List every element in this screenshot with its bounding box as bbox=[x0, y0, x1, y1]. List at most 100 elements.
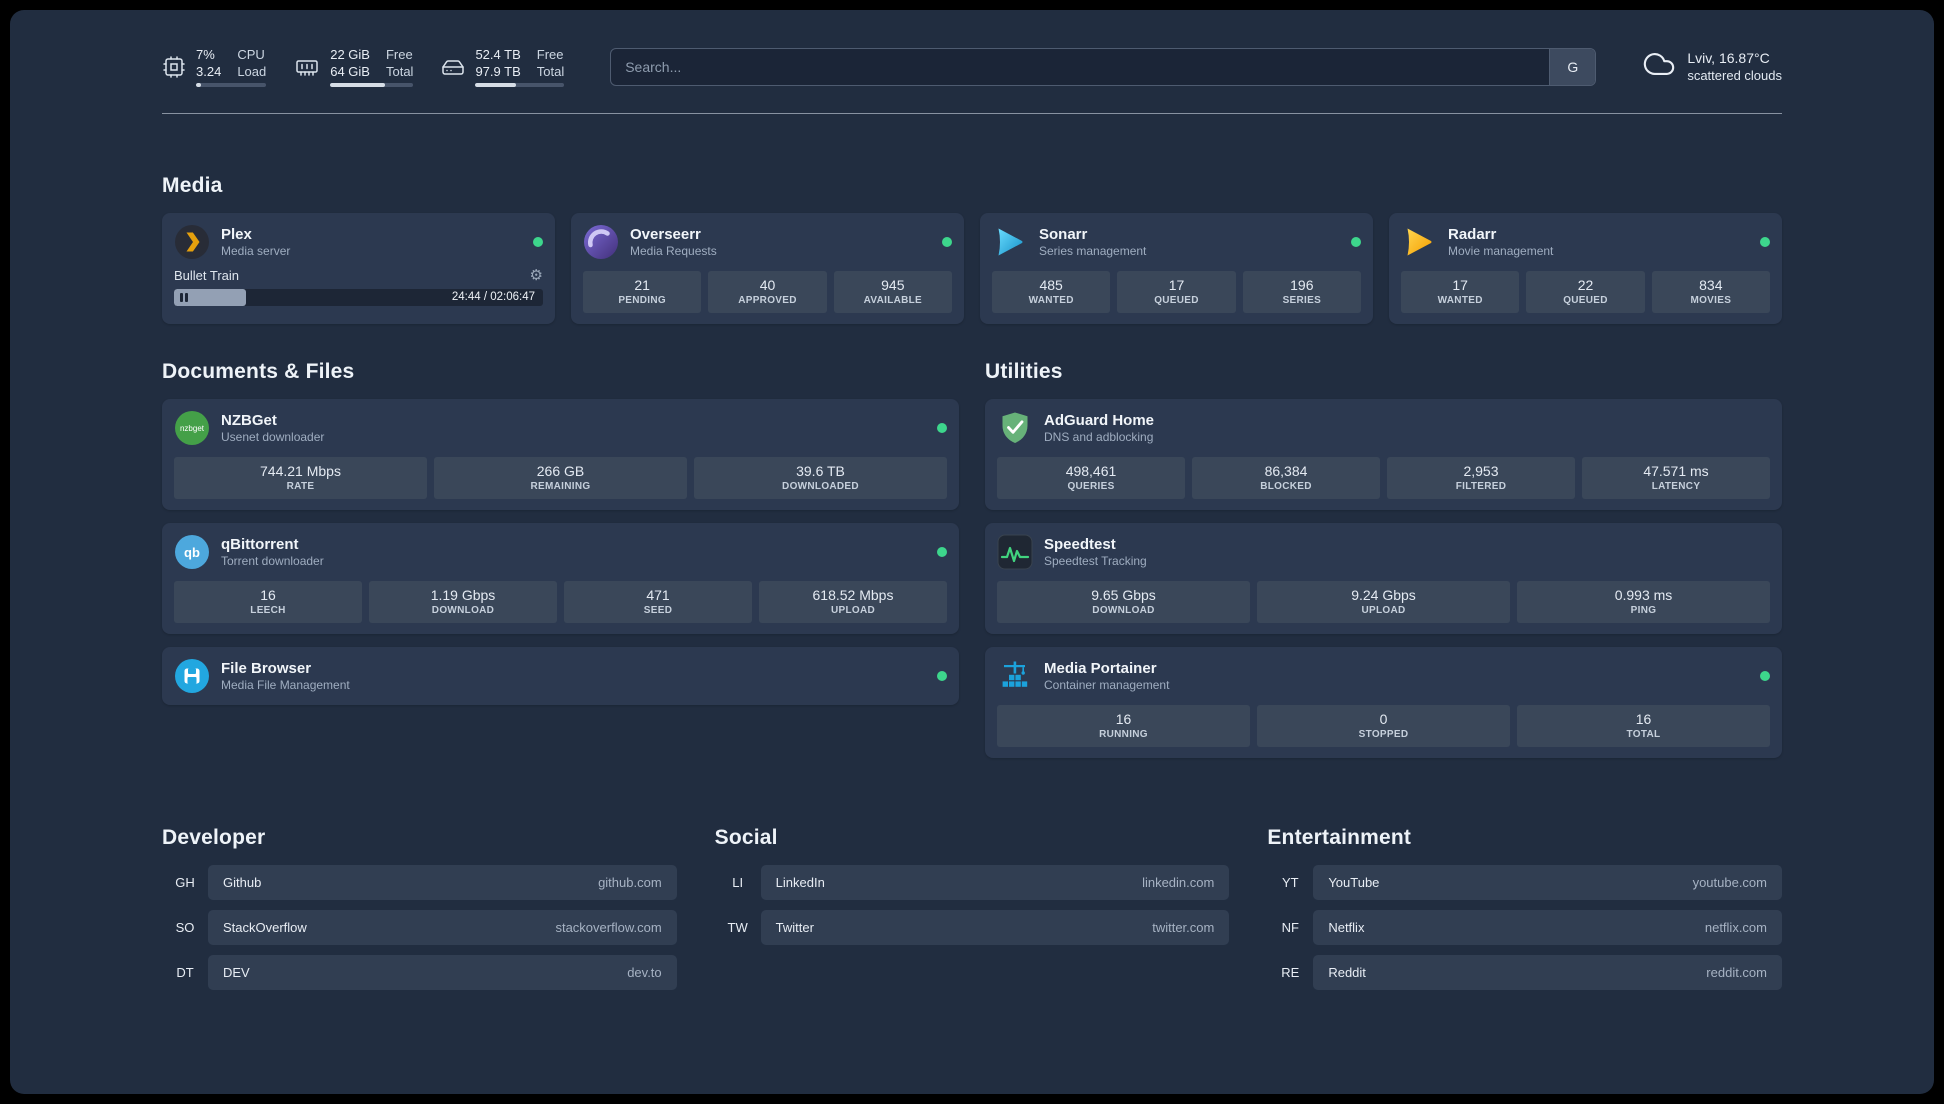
status-dot bbox=[1760, 671, 1770, 681]
section-utilities: Utilities AdGuard Home DNS and adblockin… bbox=[985, 360, 1782, 758]
sonarr-stats: 485 WANTED 17 QUEUED 196 SERIES bbox=[992, 271, 1361, 313]
bookmark-abbr: LI bbox=[732, 875, 744, 890]
service-desc: Media File Management bbox=[221, 678, 350, 692]
service-desc: Container management bbox=[1044, 678, 1170, 692]
stat-queued: 17 QUEUED bbox=[1117, 271, 1236, 313]
service-link-portainer[interactable]: Media Portainer Container management bbox=[997, 658, 1770, 694]
status-dot bbox=[937, 671, 947, 681]
stat-wanted: 485 WANTED bbox=[992, 271, 1111, 313]
status-dot bbox=[937, 423, 947, 433]
weather-location: Lviv, 16.87°C bbox=[1687, 50, 1770, 66]
service-link-overseerr[interactable]: Overseerr Media Requests bbox=[583, 224, 952, 260]
service-link-qbittorrent[interactable]: qb qBittorrent Torrent downloader bbox=[174, 534, 947, 570]
service-link-radarr[interactable]: Radarr Movie management bbox=[1401, 224, 1770, 260]
service-name: Overseerr bbox=[630, 226, 701, 243]
bookmark-twitter[interactable]: TW Twitter twitter.com bbox=[715, 910, 1230, 945]
svg-text:nzbget: nzbget bbox=[180, 424, 205, 433]
service-name: Media Portainer bbox=[1044, 660, 1157, 677]
service-link-filebrowser[interactable]: File Browser Media File Management bbox=[174, 658, 947, 694]
service-desc: DNS and adblocking bbox=[1044, 430, 1154, 444]
memory-usage-bar bbox=[330, 83, 414, 87]
portainer-icon bbox=[997, 658, 1033, 694]
bookmark-reddit[interactable]: RE Reddit reddit.com bbox=[1267, 955, 1782, 990]
plex-icon bbox=[174, 224, 210, 260]
service-desc: Series management bbox=[1039, 244, 1147, 258]
stat-approved: 40 APPROVED bbox=[708, 271, 827, 313]
section-title-documents: Documents & Files bbox=[162, 360, 355, 383]
disk-values: 52.4 TB 97.9 TB bbox=[475, 46, 520, 80]
status-dot bbox=[1351, 237, 1361, 247]
stat-remaining: 266 GB REMAINING bbox=[434, 457, 687, 499]
disk-icon bbox=[441, 55, 465, 79]
cpu-load: 3.24 bbox=[196, 64, 222, 79]
bookmark-netflix[interactable]: NF Netflix netflix.com bbox=[1267, 910, 1782, 945]
service-name: qBittorrent bbox=[221, 536, 299, 553]
bookmark-youtube[interactable]: YT YouTube youtube.com bbox=[1267, 865, 1782, 900]
service-card-sonarr: Sonarr Series management 485 WANTED 17 Q… bbox=[980, 213, 1373, 324]
cloud-icon bbox=[1642, 47, 1676, 86]
service-desc: Torrent downloader bbox=[221, 554, 324, 568]
search-provider-button[interactable]: G bbox=[1549, 48, 1596, 85]
memory-total: 64 GiB bbox=[330, 64, 370, 79]
settings-gear-icon[interactable]: ⚙ bbox=[530, 268, 543, 283]
stat-upload: 9.24 Gbps UPLOAD bbox=[1257, 581, 1510, 623]
service-name: File Browser bbox=[221, 660, 312, 677]
section-title-developer: Developer bbox=[162, 826, 266, 849]
service-link-nzbget[interactable]: nzbget NZBGet Usenet downloader bbox=[174, 410, 947, 446]
service-link-sonarr[interactable]: Sonarr Series management bbox=[992, 224, 1361, 260]
disk-free: 52.4 TB bbox=[475, 47, 521, 62]
portainer-stats: 16 RUNNING 0 STOPPED 16 TOTAL bbox=[997, 705, 1770, 747]
service-name: NZBGet bbox=[221, 412, 277, 429]
search-bar: G bbox=[610, 47, 1597, 86]
weather-widget[interactable]: Lviv, 16.87°C scattered clouds bbox=[1642, 47, 1782, 86]
bookmark-github[interactable]: GH Github github.com bbox=[162, 865, 677, 900]
bookmark-stackoverflow[interactable]: SO StackOverflow stackoverflow.com bbox=[162, 910, 677, 945]
service-card-speedtest: Speedtest Speedtest Tracking 9.65 Gbps D… bbox=[985, 523, 1782, 634]
section-title-utilities: Utilities bbox=[985, 360, 1063, 383]
stat-upload: 618.52 Mbps UPLOAD bbox=[759, 581, 947, 623]
stat-downloaded: 39.6 TB DOWNLOADED bbox=[694, 457, 947, 499]
disk-widget: 52.4 TB 97.9 TB Free Total bbox=[441, 46, 565, 87]
cpu-percent: 7% bbox=[196, 47, 215, 62]
svg-text:qb: qb bbox=[184, 545, 200, 560]
service-link-plex[interactable]: Plex Media server bbox=[174, 224, 543, 260]
cpu-labels: CPU Load bbox=[237, 47, 267, 79]
service-card-radarr: Radarr Movie management 17 WANTED 22 QUE… bbox=[1389, 213, 1782, 324]
playback-progress-bar[interactable]: 24:44 / 02:06:47 bbox=[174, 289, 543, 306]
qbittorrent-icon: qb bbox=[174, 534, 210, 570]
service-name: Plex bbox=[221, 226, 252, 243]
media-cards: Plex Media server Bullet Train ⚙ 24:44 /… bbox=[162, 213, 1782, 324]
stat-rate: 744.21 Mbps RATE bbox=[174, 457, 427, 499]
nzbget-stats: 744.21 Mbps RATE 266 GB REMAINING 39.6 T… bbox=[174, 457, 947, 499]
service-card-qbittorrent: qb qBittorrent Torrent downloader 16 LEE… bbox=[162, 523, 959, 634]
bookmark-group-social: Social LI LinkedIn linkedin.com TW Twitt… bbox=[715, 826, 1230, 990]
service-card-filebrowser: File Browser Media File Management bbox=[162, 647, 959, 705]
pause-icon[interactable] bbox=[180, 293, 188, 302]
stat-queued: 22 QUEUED bbox=[1526, 271, 1645, 313]
service-link-adguard[interactable]: AdGuard Home DNS and adblocking bbox=[997, 410, 1770, 446]
section-title-media: Media bbox=[162, 174, 223, 197]
service-desc: Media Requests bbox=[630, 244, 717, 258]
service-desc: Usenet downloader bbox=[221, 430, 325, 444]
service-link-speedtest[interactable]: Speedtest Speedtest Tracking bbox=[997, 534, 1770, 570]
stat-total: 16 TOTAL bbox=[1517, 705, 1770, 747]
bookmark-dev[interactable]: DT DEV dev.to bbox=[162, 955, 677, 990]
service-card-portainer: Media Portainer Container management 16 … bbox=[985, 647, 1782, 758]
service-name: Radarr bbox=[1448, 226, 1497, 243]
memory-values: 22 GiB 64 GiB bbox=[330, 46, 370, 80]
bookmark-abbr: YT bbox=[1282, 875, 1299, 890]
section-title-social: Social bbox=[714, 826, 778, 849]
overseerr-icon bbox=[583, 224, 619, 260]
adguard-stats: 498,461 QUERIES 86,384 BLOCKED 2,953 FIL… bbox=[997, 457, 1770, 499]
section-documents: Documents & Files nzbget NZBGet Usenet d… bbox=[162, 360, 959, 758]
bookmark-linkedin[interactable]: LI LinkedIn linkedin.com bbox=[715, 865, 1230, 900]
topbar-divider bbox=[162, 113, 1782, 114]
stat-queries: 498,461 QUERIES bbox=[997, 457, 1185, 499]
memory-labels: Free Total bbox=[385, 47, 414, 79]
search-input[interactable] bbox=[611, 48, 1550, 85]
memory-widget: 22 GiB 64 GiB Free Total bbox=[294, 46, 414, 87]
stat-ping: 0.993 ms PING bbox=[1517, 581, 1770, 623]
weather-condition: scattered clouds bbox=[1687, 68, 1782, 83]
stat-series: 196 SERIES bbox=[1242, 271, 1361, 313]
stat-running: 16 RUNNING bbox=[997, 705, 1250, 747]
